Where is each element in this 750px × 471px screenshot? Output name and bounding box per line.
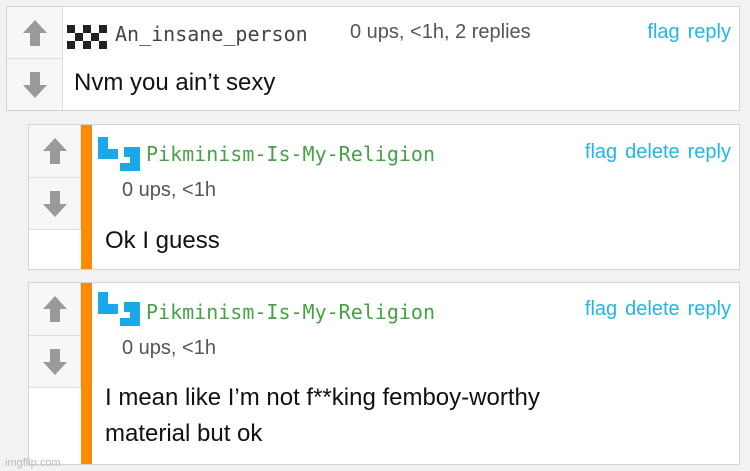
arrow-down-icon <box>22 71 47 98</box>
comment-text: Nvm you ain’t sexy <box>74 69 276 96</box>
upvote-button[interactable] <box>29 283 80 336</box>
comment-text-line: I mean like I’m not f**king femboy-worth… <box>105 384 540 411</box>
flag-link[interactable]: flag <box>585 141 617 163</box>
arrow-down-icon <box>42 348 67 375</box>
upvote-button[interactable] <box>29 125 80 178</box>
comment-meta: 0 ups, <1h <box>122 337 216 359</box>
reply-link[interactable]: reply <box>688 21 731 43</box>
comment-meta: 0 ups, <1h <box>122 179 216 201</box>
comment-text: Ok I guess <box>105 227 220 254</box>
arrow-up-icon <box>22 19 47 46</box>
pixel-face-icon <box>67 25 107 49</box>
thread-accent-bar <box>81 125 92 269</box>
comment-actions: flag reply <box>639 21 731 44</box>
downvote-button[interactable] <box>29 178 80 229</box>
delete-link[interactable]: delete <box>625 141 680 163</box>
downvote-button[interactable] <box>29 336 80 387</box>
reply-link[interactable]: reply <box>688 141 731 163</box>
watermark: imgflip.com <box>5 457 61 469</box>
downvote-button[interactable] <box>7 59 62 110</box>
delete-link[interactable]: delete <box>625 298 680 320</box>
pixel-bracket-icon <box>98 137 140 171</box>
comment-actions: flag delete reply <box>577 141 731 164</box>
arrow-up-icon <box>42 138 67 164</box>
vote-column <box>29 283 81 388</box>
reply-comment: Pikminism-Is-My-Religion flag delete reply… <box>28 282 740 465</box>
vote-column <box>7 7 63 110</box>
thread-accent-bar <box>81 283 92 464</box>
vote-column <box>29 125 81 230</box>
username[interactable]: Pikminism-Is-My-Religion <box>146 300 435 324</box>
comment-text-line: material but ok <box>105 420 263 447</box>
upvote-button[interactable] <box>7 7 62 59</box>
flag-link[interactable]: flag <box>647 21 679 43</box>
arrow-up-icon <box>42 296 67 322</box>
comment-text: I mean like I’m not f**king femboy-worth… <box>105 380 540 452</box>
comment-actions: flag delete reply <box>577 298 731 321</box>
arrow-down-icon <box>42 190 67 217</box>
comment-meta: 0 ups, <1h, 2 replies <box>350 21 531 43</box>
username[interactable]: An_insane_person <box>115 22 308 46</box>
reply-link[interactable]: reply <box>688 298 731 320</box>
flag-link[interactable]: flag <box>585 298 617 320</box>
pixel-bracket-icon <box>98 292 140 326</box>
username[interactable]: Pikminism-Is-My-Religion <box>146 142 435 166</box>
reply-comment: Pikminism-Is-My-Religion flag delete reply… <box>28 124 740 270</box>
comment: An_insane_person 0 ups, <1h, 2 replies f… <box>6 6 740 111</box>
